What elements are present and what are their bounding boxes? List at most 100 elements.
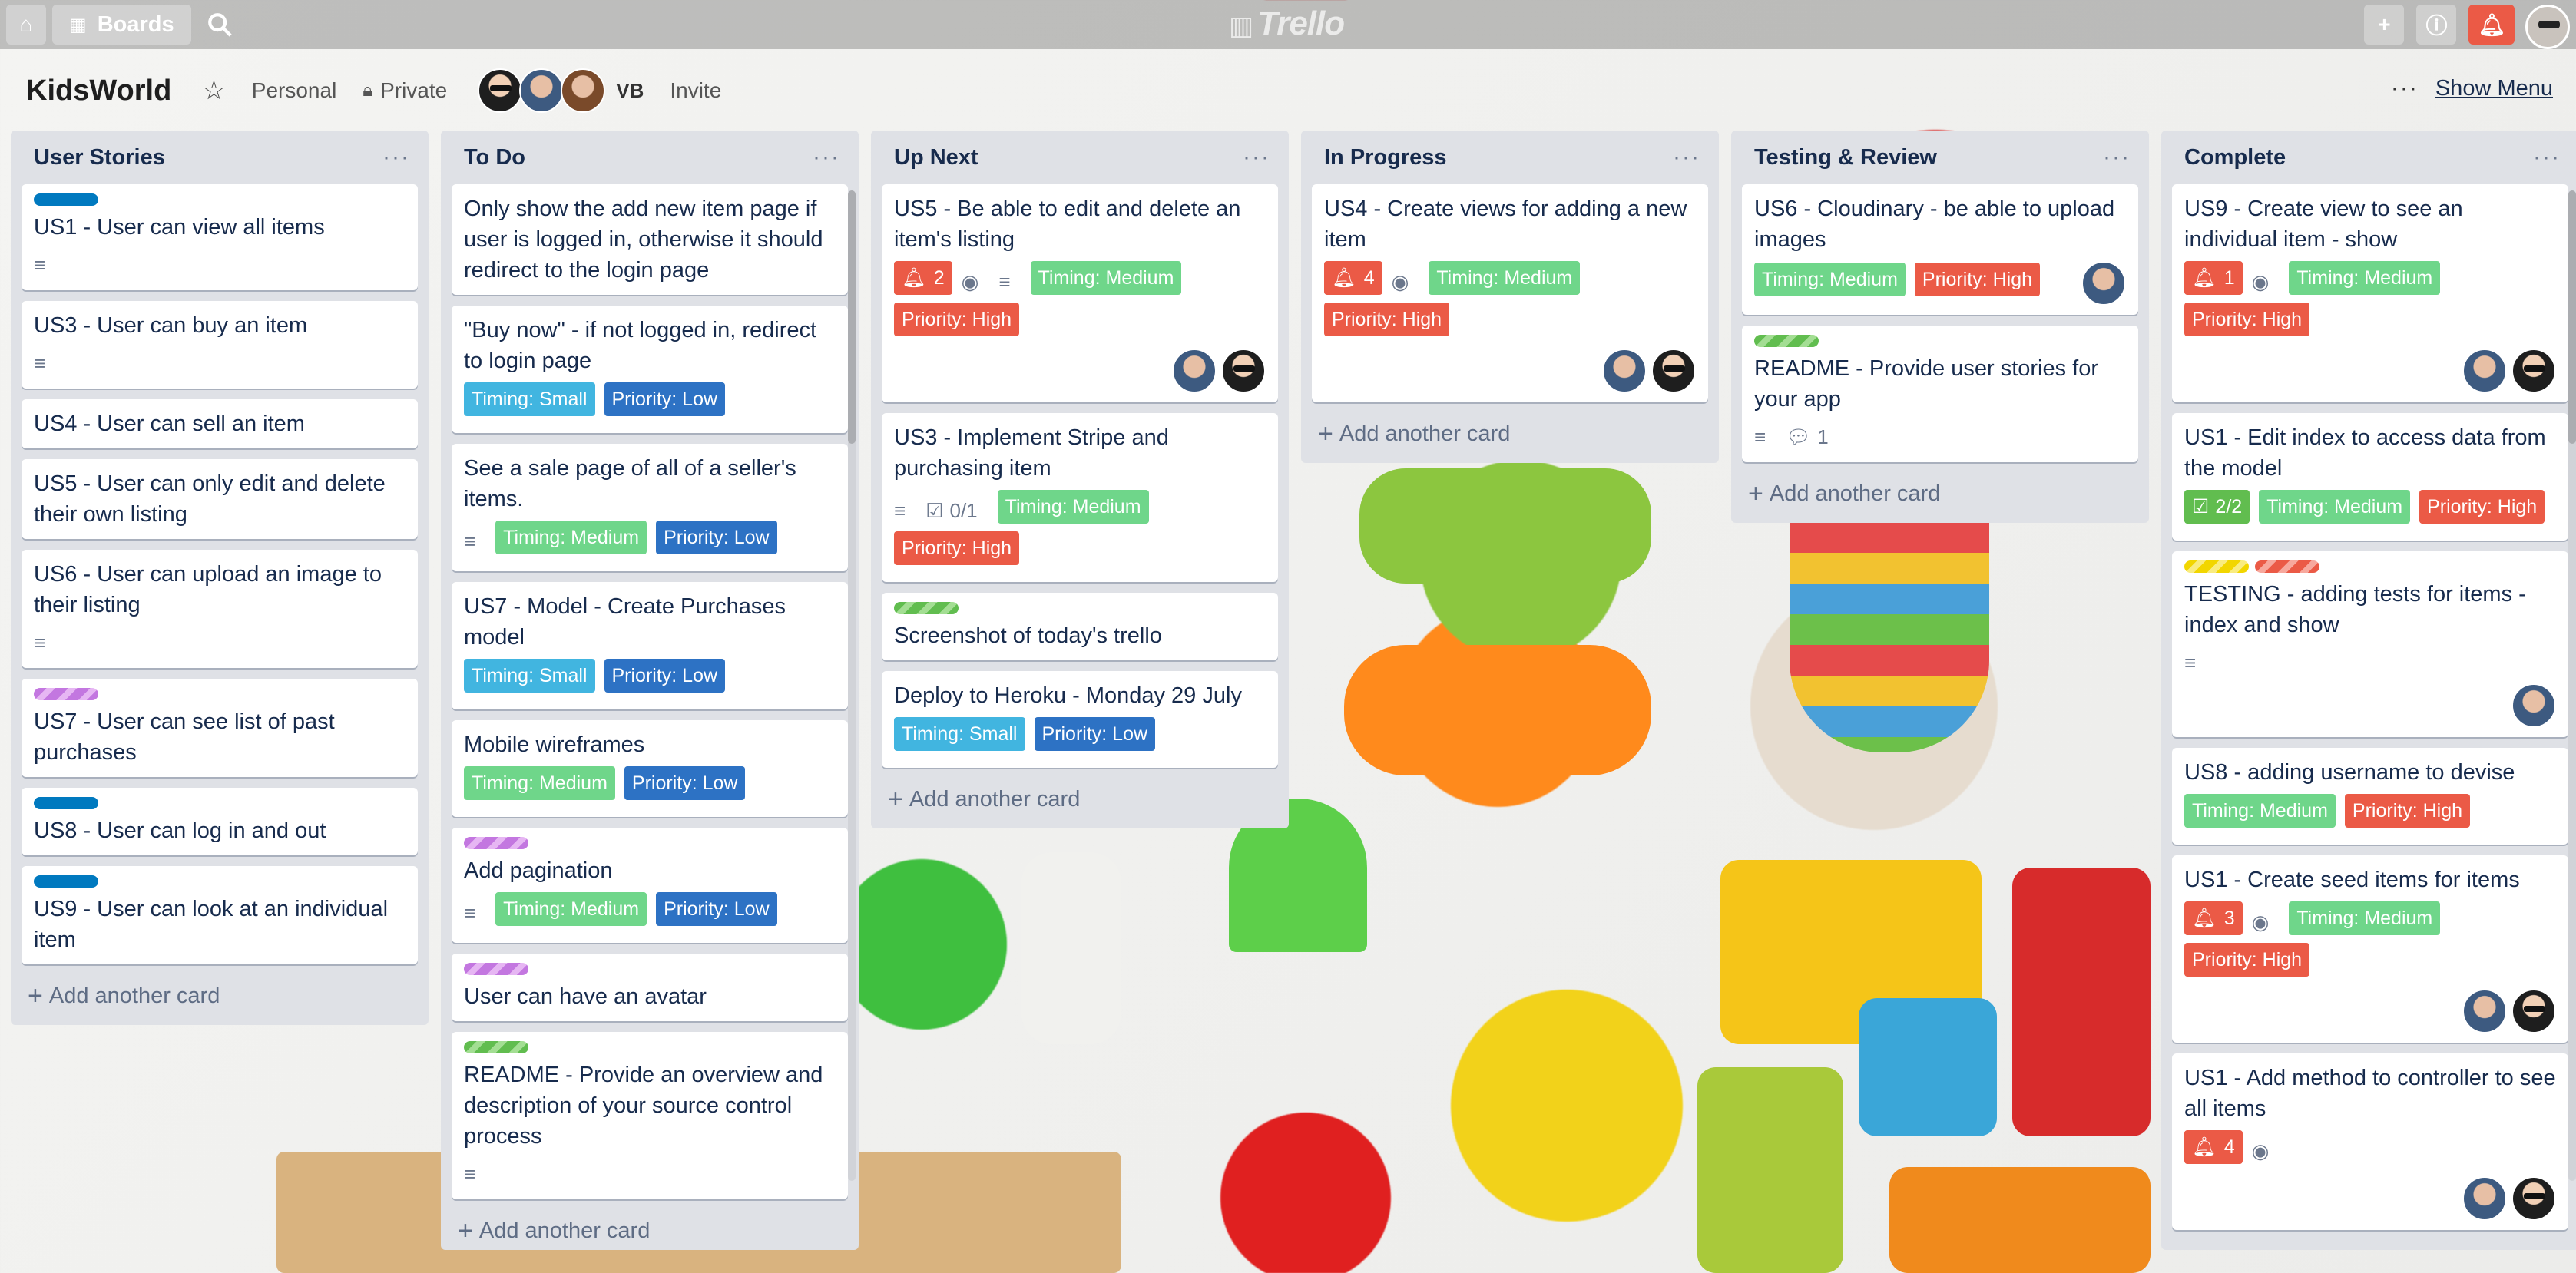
priority-label[interactable]: Priority: High: [2184, 943, 2310, 977]
member-avatar[interactable]: [561, 68, 606, 113]
list-title[interactable]: User Stories: [34, 145, 165, 170]
card[interactable]: US5 - Be able to edit and delete an item…: [882, 184, 1278, 402]
member-avatar[interactable]: [2511, 1176, 2556, 1221]
label-strip-purple[interactable]: [34, 688, 98, 700]
priority-label[interactable]: Priority: High: [894, 531, 1020, 565]
card[interactable]: Only show the add new item page if user …: [452, 184, 848, 295]
card[interactable]: US4 - Create views for adding a new item…: [1312, 184, 1708, 402]
card[interactable]: Add pagination ≡ Timing: Medium Priority: L…: [452, 828, 848, 943]
timing-label[interactable]: Timing: Medium: [2259, 490, 2411, 524]
label-strip-yellow[interactable]: [2184, 560, 2249, 573]
priority-label[interactable]: Priority: High: [2184, 303, 2310, 336]
list-title[interactable]: To Do: [464, 145, 525, 170]
member-initials[interactable]: VB: [616, 79, 644, 103]
list-title[interactable]: Up Next: [894, 145, 978, 170]
member-avatar[interactable]: [1651, 349, 1696, 393]
member-avatar[interactable]: [1221, 349, 1266, 393]
list-menu-icon[interactable]: ···: [813, 144, 840, 170]
card[interactable]: Screenshot of today's trello: [882, 593, 1278, 660]
card[interactable]: US1 - Add method to controller to see al…: [2172, 1053, 2568, 1230]
member-avatar[interactable]: [2511, 349, 2556, 393]
member-avatar[interactable]: [519, 68, 565, 113]
member-avatar[interactable]: [1172, 349, 1217, 393]
member-avatar[interactable]: [2462, 989, 2507, 1033]
list-menu-icon[interactable]: ···: [1243, 144, 1270, 170]
label-strip-green[interactable]: [1754, 335, 1819, 347]
list-title[interactable]: Testing & Review: [1754, 145, 1937, 170]
search-button[interactable]: [197, 5, 242, 45]
timing-label[interactable]: Timing: Medium: [495, 521, 647, 554]
card[interactable]: US1 - Create seed items for items 🔔︎ 3 ◉ Tim…: [2172, 855, 2568, 1043]
show-menu-button[interactable]: ··· Show Menu: [2391, 75, 2553, 101]
card[interactable]: US7 - User can see list of past purchase…: [22, 679, 418, 777]
label-strip-blue[interactable]: [34, 875, 98, 888]
card[interactable]: US1 - User can view all items ≡: [22, 184, 418, 290]
priority-label[interactable]: Priority: Low: [656, 892, 777, 926]
card[interactable]: TESTING - adding tests for items - index…: [2172, 551, 2568, 737]
create-button[interactable]: +: [2364, 5, 2405, 45]
label-strip-red[interactable]: [2255, 560, 2319, 573]
priority-label[interactable]: Priority: Low: [624, 766, 746, 800]
timing-label[interactable]: Timing: Medium: [997, 490, 1149, 524]
label-strip-green[interactable]: [894, 602, 959, 614]
label-strip-blue[interactable]: [34, 193, 98, 206]
timing-label[interactable]: Timing: Medium: [464, 766, 615, 800]
list-scrollbar[interactable]: [848, 190, 856, 1181]
card[interactable]: "Buy now" - if not logged in, redirect t…: [452, 306, 848, 433]
add-card-button[interactable]: +Add another card: [2172, 1241, 2568, 1250]
add-card-button[interactable]: +Add another card: [1742, 473, 2138, 523]
member-avatar[interactable]: [478, 68, 523, 113]
label-strip-green[interactable]: [464, 1041, 528, 1053]
scrollbar-thumb[interactable]: [2568, 190, 2576, 444]
timing-label[interactable]: Timing: Medium: [2184, 794, 2336, 828]
list-scrollbar[interactable]: [2568, 190, 2576, 1181]
priority-label[interactable]: Priority: High: [1324, 303, 1450, 336]
card[interactable]: US6 - User can upload an image to their …: [22, 550, 418, 668]
card[interactable]: User can have an avatar: [452, 954, 848, 1021]
card[interactable]: Mobile wireframes Timing: Medium Priority:…: [452, 720, 848, 817]
notifications-button[interactable]: 🔔︎: [2468, 5, 2515, 45]
list-title[interactable]: In Progress: [1324, 145, 1447, 170]
scrollbar-thumb[interactable]: [848, 190, 856, 444]
priority-label[interactable]: Priority: Low: [604, 382, 726, 416]
card[interactable]: US9 - Create view to see an individual i…: [2172, 184, 2568, 402]
home-button[interactable]: ⌂: [6, 5, 46, 45]
timing-label[interactable]: Timing: Medium: [1754, 263, 1906, 296]
label-strip-purple[interactable]: [464, 837, 528, 849]
timing-label[interactable]: Timing: Medium: [2289, 261, 2441, 295]
timing-label[interactable]: Timing: Medium: [1429, 261, 1581, 295]
add-card-button[interactable]: +Add another card: [882, 779, 1278, 828]
add-card-button[interactable]: +Add another card: [452, 1210, 848, 1250]
boards-button[interactable]: ▦ Boards: [52, 5, 191, 45]
add-card-button[interactable]: +Add another card: [1312, 413, 1708, 463]
card[interactable]: US5 - User can only edit and delete thei…: [22, 459, 418, 539]
invite-button[interactable]: Invite: [670, 78, 721, 103]
priority-label[interactable]: Priority: Low: [1034, 717, 1156, 751]
member-avatar[interactable]: [2081, 261, 2126, 306]
timing-label[interactable]: Timing: Small: [464, 659, 595, 693]
label-strip-blue[interactable]: [34, 797, 98, 809]
timing-label[interactable]: Timing: Medium: [495, 892, 647, 926]
card[interactable]: US3 - Implement Stripe and purchasing it…: [882, 413, 1278, 582]
card[interactable]: US8 - User can log in and out: [22, 788, 418, 855]
user-avatar[interactable]: [2525, 5, 2570, 49]
member-avatar[interactable]: [2462, 349, 2507, 393]
add-card-button[interactable]: +Add another card: [22, 975, 418, 1025]
team-button[interactable]: Personal: [252, 78, 337, 103]
priority-label[interactable]: Priority: High: [1914, 263, 2040, 296]
star-icon[interactable]: ☆: [202, 75, 225, 106]
label-strip-purple[interactable]: [464, 963, 528, 975]
card[interactable]: US3 - User can buy an item ≡: [22, 301, 418, 389]
member-avatar[interactable]: [2511, 683, 2556, 728]
member-avatar[interactable]: [2462, 1176, 2507, 1221]
card[interactable]: US7 - Model - Create Purchases model Timi…: [452, 582, 848, 709]
list-title[interactable]: Complete: [2184, 145, 2286, 170]
card[interactable]: See a sale page of all of a seller's ite…: [452, 444, 848, 571]
list-menu-icon[interactable]: ···: [2103, 144, 2131, 170]
timing-label[interactable]: Timing: Medium: [1030, 261, 1182, 295]
list-menu-icon[interactable]: ···: [1673, 144, 1700, 170]
card[interactable]: Deploy to Heroku - Monday 29 July Timing:…: [882, 671, 1278, 768]
card[interactable]: README - Provide user stories for your a…: [1742, 326, 2138, 462]
visibility-button[interactable]: 🔒︎ Private: [363, 78, 447, 103]
priority-label[interactable]: Priority: High: [894, 303, 1020, 336]
